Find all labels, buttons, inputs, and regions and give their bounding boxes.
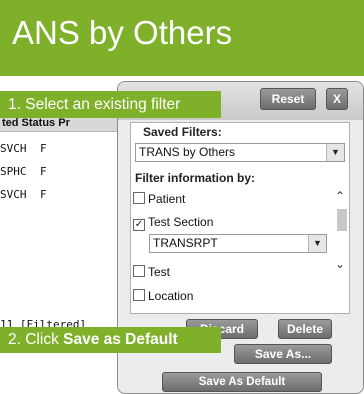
- option-test[interactable]: Test: [133, 265, 170, 279]
- table-cell: F: [40, 142, 47, 155]
- filter-info-label: Filter information by:: [135, 171, 255, 185]
- step-2-action: Save as Default: [63, 331, 178, 348]
- option-label: Test: [148, 265, 171, 279]
- chevron-down-icon[interactable]: ▼: [308, 235, 326, 252]
- page-title: ANS by Others: [12, 14, 233, 51]
- checkmark-icon: ✓: [134, 219, 144, 230]
- table-cell: SVCH: [0, 142, 27, 155]
- option-location[interactable]: Location: [133, 289, 193, 303]
- checkbox-location[interactable]: [133, 289, 145, 301]
- test-section-select[interactable]: TRANSRPT ▼: [149, 234, 327, 253]
- app-header: ANS by Others: [0, 0, 364, 76]
- checkbox-patient[interactable]: [133, 192, 145, 204]
- reset-button[interactable]: Reset: [260, 88, 316, 110]
- saved-filter-select[interactable]: TRANS by Others ▼: [135, 143, 345, 162]
- delete-button[interactable]: Delete: [278, 319, 332, 339]
- close-button[interactable]: X: [326, 88, 348, 110]
- table-cell: F: [40, 188, 47, 201]
- step-2-callout: 2. Click Save as Default: [0, 327, 221, 353]
- chevron-down-icon[interactable]: ⌄: [335, 257, 345, 271]
- saved-filters-label: Saved Filters:: [143, 125, 222, 139]
- chevron-up-icon[interactable]: ⌃: [335, 189, 345, 203]
- table-cell: SVCH: [0, 188, 27, 201]
- filter-settings-box: Saved Filters: TRANS by Others ▼ Filter …: [130, 122, 350, 314]
- option-patient[interactable]: Patient: [133, 192, 185, 206]
- option-label: Location: [148, 289, 194, 303]
- table-cell: F: [40, 165, 47, 178]
- checkbox-test-section[interactable]: ✓: [133, 219, 145, 231]
- save-as-default-button[interactable]: Save As Default: [162, 372, 322, 392]
- option-label: Patient: [148, 192, 186, 206]
- saved-filter-value: TRANS by Others: [139, 145, 236, 159]
- step-2-prefix: 2. Click: [8, 331, 64, 348]
- option-test-section[interactable]: ✓ Test Section: [133, 215, 213, 231]
- checkbox-test[interactable]: [133, 265, 145, 277]
- option-label: Test Section: [148, 215, 214, 229]
- save-as-button[interactable]: Save As...: [234, 344, 332, 364]
- scroll-thumb[interactable]: [337, 209, 347, 231]
- step-1-callout: 1. Select an existing filter: [0, 91, 221, 118]
- test-section-value: TRANSRPT: [153, 236, 218, 250]
- filter-scrollbar[interactable]: ⌃ ⌄: [335, 189, 349, 313]
- table-cell: SPHC: [0, 165, 27, 178]
- chevron-down-icon[interactable]: ▼: [326, 144, 344, 161]
